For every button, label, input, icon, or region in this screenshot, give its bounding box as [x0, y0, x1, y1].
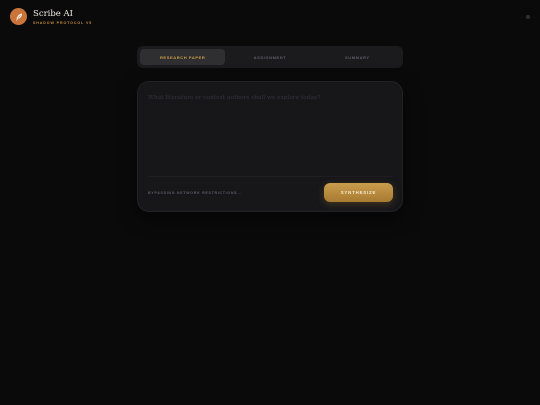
status-indicator: [526, 15, 530, 19]
tab-summary[interactable]: SUMMARY: [315, 49, 400, 65]
brand-title: Scribe AI: [33, 8, 74, 19]
divider: [148, 176, 392, 177]
feather-icon: [10, 8, 27, 25]
brand-subtitle: SHADOW PROTOCOL V5: [33, 20, 93, 25]
composer-card: What literature or context authors shall…: [137, 81, 403, 212]
network-status-text: BYPASSING NETWORK RESTRICTIONS...: [148, 191, 243, 195]
brand: Scribe AI SHADOW PROTOCOL V5: [10, 8, 92, 25]
tab-assignment[interactable]: ASSIGNMENT: [227, 49, 312, 65]
synthesize-button[interactable]: SYNTHESIZE: [324, 183, 393, 202]
mode-tabs: RESEARCH PAPER ASSIGNMENT SUMMARY: [137, 46, 403, 68]
prompt-input[interactable]: What literature or context authors shall…: [148, 95, 388, 101]
tab-research-paper[interactable]: RESEARCH PAPER: [140, 49, 226, 65]
